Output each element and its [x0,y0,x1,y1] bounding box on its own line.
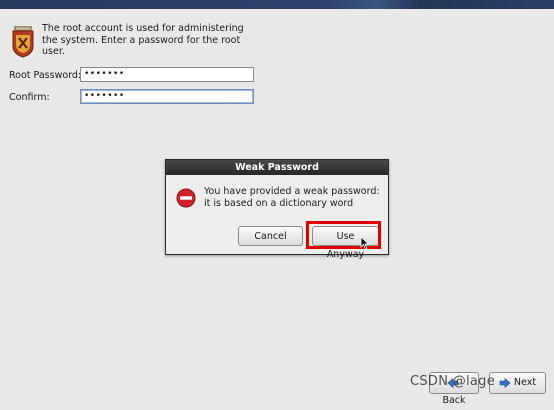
back-label: Back [442,395,466,406]
arrow-right-icon [499,377,511,388]
confirm-password-field[interactable]: ••••••• [80,89,254,104]
root-account-description: The root account is used for administeri… [42,23,244,57]
top-banner [0,0,554,9]
root-password-label: Root Password: [9,70,82,81]
back-button[interactable]: Back [429,372,479,406]
error-icon [176,188,196,208]
next-label: Next [513,377,537,388]
confirm-label: Confirm: [9,92,50,103]
dialog-title: Weak Password [166,160,388,175]
root-shield-icon [12,26,34,58]
dialog-message: You have provided a weak password: it is… [204,186,380,209]
mouse-pointer-icon [360,236,370,250]
next-button[interactable]: Next [489,372,546,394]
cancel-button[interactable]: Cancel [238,226,303,246]
arrow-left-icon [447,377,458,388]
root-password-field[interactable]: ••••••• [80,67,254,82]
